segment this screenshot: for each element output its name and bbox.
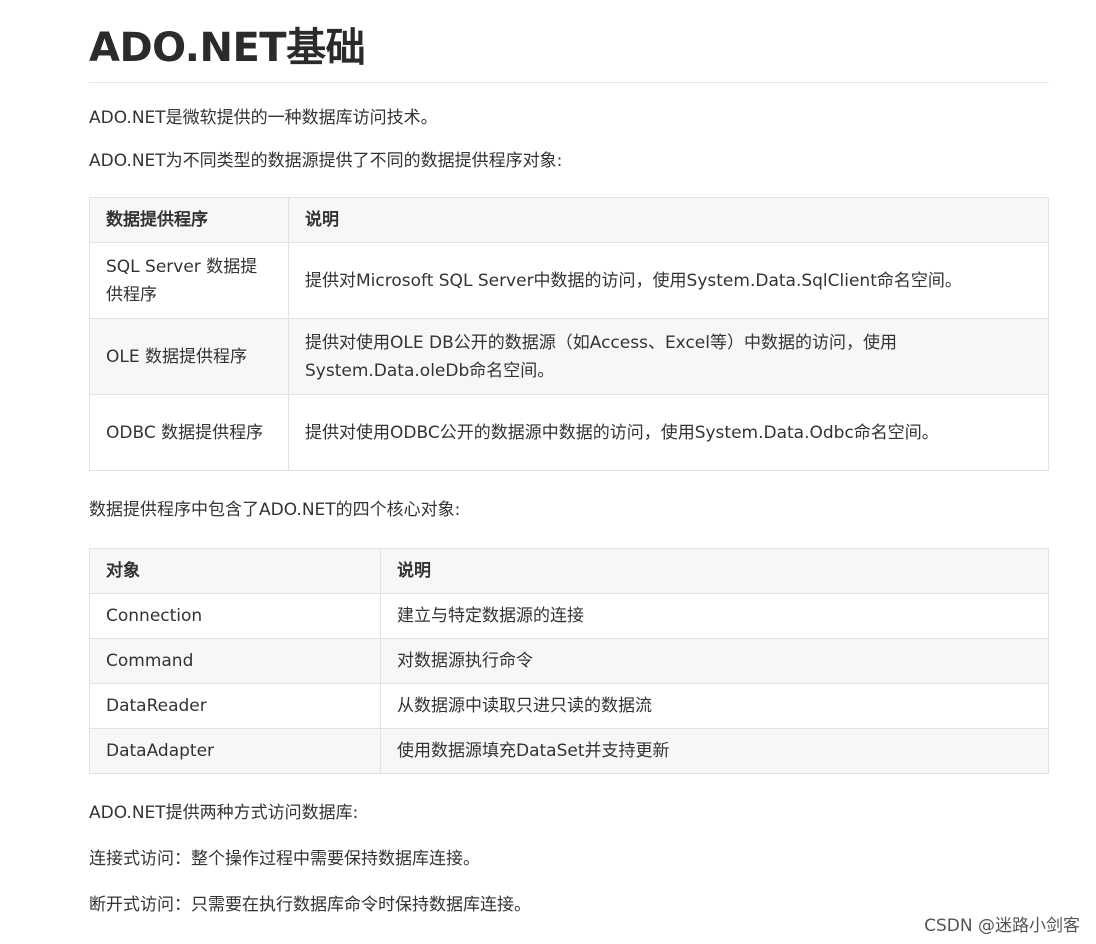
- table-cell: 提供对Microsoft SQL Server中数据的访问，使用System.D…: [288, 242, 1049, 319]
- table-header-row: 对象 说明: [89, 548, 1049, 594]
- table-row: DataAdapter 使用数据源填充DataSet并支持更新: [89, 728, 1049, 774]
- table-row: DataReader 从数据源中读取只进只读的数据流: [89, 683, 1049, 729]
- table-header-cell: 对象: [89, 548, 381, 594]
- access-intro: ADO.NET提供两种方式访问数据库:: [89, 803, 359, 823]
- core-objects-intro: 数据提供程序中包含了ADO.NET的四个核心对象:: [89, 500, 461, 520]
- table-header-row: 数据提供程序 说明: [89, 197, 1049, 243]
- access-mode-connected: 连接式访问：整个操作过程中需要保持数据库连接。: [89, 849, 480, 869]
- intro-paragraph-2: ADO.NET为不同类型的数据源提供了不同的数据提供程序对象:: [89, 151, 563, 171]
- table-cell: Command: [89, 638, 381, 684]
- title-divider: [89, 82, 1049, 83]
- watermark: CSDN @迷路小剑客: [922, 911, 1082, 936]
- table-row: ODBC 数据提供程序 提供对使用ODBC公开的数据源中数据的访问，使用Syst…: [89, 394, 1049, 471]
- table-cell: 使用数据源填充DataSet并支持更新: [380, 728, 1049, 774]
- table-header-cell: 说明: [288, 197, 1049, 243]
- table-cell: Connection: [89, 593, 381, 639]
- providers-table: 数据提供程序 说明 SQL Server 数据提供程序 提供对Microsoft…: [89, 197, 1049, 471]
- table-cell: DataReader: [89, 683, 381, 729]
- table-cell: 对数据源执行命令: [380, 638, 1049, 684]
- table-cell: 从数据源中读取只进只读的数据流: [380, 683, 1049, 729]
- article: ADO.NET基础 ADO.NET是微软提供的一种数据库访问技术。 ADO.NE…: [89, 0, 1049, 918]
- table-cell: ODBC 数据提供程序: [89, 394, 289, 471]
- table-cell: 提供对使用ODBC公开的数据源中数据的访问，使用System.Data.Odbc…: [288, 394, 1049, 471]
- page-title: ADO.NET基础: [89, 25, 366, 71]
- table-row: OLE 数据提供程序 提供对使用OLE DB公开的数据源（如Access、Exc…: [89, 318, 1049, 395]
- table-row: Connection 建立与特定数据源的连接: [89, 593, 1049, 639]
- intro-paragraph-1: ADO.NET是微软提供的一种数据库访问技术。: [89, 108, 438, 128]
- table-cell: DataAdapter: [89, 728, 381, 774]
- table-cell: 提供对使用OLE DB公开的数据源（如Access、Excel等）中数据的访问，…: [288, 318, 1049, 395]
- table-header-cell: 说明: [380, 548, 1049, 594]
- table-cell: SQL Server 数据提供程序: [89, 242, 289, 319]
- objects-table: 对象 说明 Connection 建立与特定数据源的连接 Command 对数据…: [89, 548, 1049, 774]
- table-cell: 建立与特定数据源的连接: [380, 593, 1049, 639]
- table-cell: OLE 数据提供程序: [89, 318, 289, 395]
- table-header-cell: 数据提供程序: [89, 197, 289, 243]
- table-row: SQL Server 数据提供程序 提供对Microsoft SQL Serve…: [89, 242, 1049, 319]
- table-row: Command 对数据源执行命令: [89, 638, 1049, 684]
- access-mode-disconnected: 断开式访问：只需要在执行数据库命令时保持数据库连接。: [89, 895, 531, 915]
